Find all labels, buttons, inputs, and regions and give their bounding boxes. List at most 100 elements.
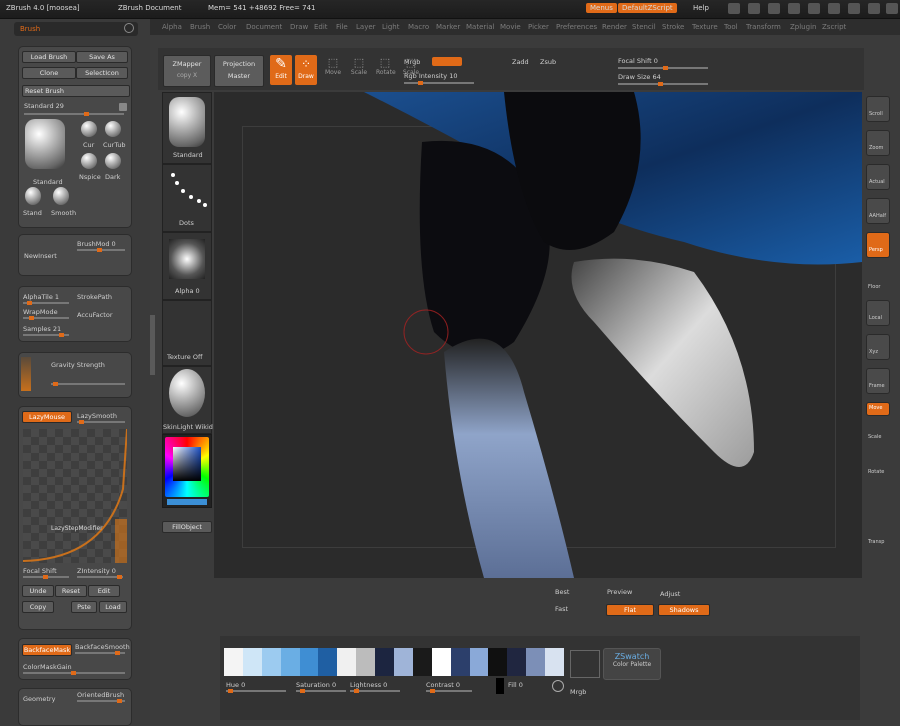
lazymouse-button[interactable]: LazyMouse [22,411,72,423]
swatch-17[interactable] [545,648,565,676]
copy-button[interactable]: Copy [22,601,54,613]
menu-brush[interactable]: Brush [190,23,210,31]
wrapmode-slider[interactable]: WrapMode [23,308,58,316]
swatch-2[interactable] [261,648,281,676]
brushmod-slider[interactable]: BrushMod 0 [77,240,116,248]
stroke-slot[interactable]: Dots [162,164,212,232]
menu-picker[interactable]: Picker [528,23,549,31]
default-zscript-button[interactable]: DefaultZScript [618,3,677,13]
xyz-button[interactable]: Xyz [866,334,890,360]
tool-icon-4[interactable] [788,3,800,14]
menu-texture[interactable]: Texture [692,23,718,31]
render-flat-button[interactable]: Flat [606,604,654,616]
backface-smooth-track[interactable] [75,651,125,655]
menu-movie[interactable]: Movie [500,23,521,31]
projection-master-button[interactable]: Projection Master [214,55,264,87]
contrast-track[interactable] [426,689,472,693]
alpha-slot[interactable]: Alpha 0 [162,232,212,300]
fill-slider[interactable]: Fill 0 [508,681,523,689]
swatch-5[interactable] [318,648,338,676]
persp-button[interactable]: Persp [866,232,890,258]
swatch-11[interactable] [431,648,451,676]
zintensity-slider[interactable]: ZIntensity 0 [77,567,116,575]
menu-layer[interactable]: Layer [356,23,376,31]
focal-shift-slider[interactable]: Focal Shift [23,567,57,575]
accufactor-label[interactable]: AccuFactor [77,311,113,319]
menu-stroke[interactable]: Stroke [662,23,684,31]
help-button[interactable]: Help [693,4,709,12]
draw-size-track[interactable] [618,82,708,86]
menu-stencil[interactable]: Stencil [632,23,656,31]
swatch-9[interactable] [394,648,413,676]
geometry-title[interactable]: Geometry [23,695,55,703]
curtub-brush-thumbnail[interactable] [105,121,121,137]
edit-mode-button[interactable]: ✎ Edit [270,55,292,85]
zswatch-button[interactable]: ZSwatch Color Palette [603,648,661,680]
scroll-button[interactable]: Scroll [866,96,890,122]
menu-material[interactable]: Material [466,23,494,31]
paste-button[interactable]: Pste [71,601,97,613]
hue-track[interactable] [226,689,286,693]
palette-pin-icon[interactable] [124,23,134,33]
material-slot[interactable]: SkinLight Wikid [162,366,213,434]
swatch-1[interactable] [242,648,262,676]
swatch-12[interactable] [450,648,470,676]
fill-object-button[interactable]: FillObject [162,521,212,533]
menu-render[interactable]: Render [602,23,627,31]
lazymouse-curve-editor[interactable]: LazyStepModifier [22,428,128,563]
focal-shift-shelf-slider[interactable]: Focal Shift 0 [618,57,658,65]
draw-mode-button[interactable]: ⁘ Draw [295,55,317,85]
load-curve-button[interactable]: Load [99,601,127,613]
menu-file[interactable]: File [336,23,348,31]
color-picker[interactable] [162,434,212,508]
menu-tool[interactable]: Tool [724,23,738,31]
draw-size-slider[interactable]: Draw Size 64 [618,73,661,81]
menus-button[interactable]: Menus [586,3,617,13]
dark-brush-thumbnail[interactable] [105,153,121,169]
main-color-swatch[interactable] [167,499,207,505]
swatch-16[interactable] [526,648,546,676]
samples-track[interactable] [23,333,69,337]
close-icon[interactable] [886,3,898,14]
edit-button[interactable]: Edit [88,585,120,597]
rgb-intensity-slider[interactable]: Rgb Intensity 10 [404,72,457,80]
rgb-intensity-track[interactable] [404,81,474,85]
swatch-7[interactable] [356,648,376,676]
reset-button[interactable]: Reset [55,585,87,597]
rotate-view-button[interactable]: Rotate [866,455,888,479]
swatch-8[interactable] [375,648,395,676]
alpha-tile-slider[interactable]: AlphaTile 1 [23,293,59,301]
menu-color[interactable]: Color [218,23,236,31]
transp-button[interactable]: Transp [866,525,888,549]
render-adjust-button[interactable]: Adjust [660,590,680,598]
move-mode-button[interactable]: ⬚ Move [324,56,342,82]
stand-brush-thumbnail[interactable] [25,187,41,205]
menu-light[interactable]: Light [382,23,399,31]
fill-color-swatch[interactable] [496,678,504,694]
render-shadows-button[interactable]: Shadows [658,604,710,616]
zoom-button[interactable]: Zoom [866,130,890,156]
oriented-track[interactable] [77,699,125,703]
floor-button[interactable]: Floor [866,270,888,294]
swatch-3[interactable] [280,648,300,676]
tool-icon-6[interactable] [828,3,840,14]
move-view-button[interactable]: Move [866,402,890,416]
oriented-brush-slider[interactable]: OrientedBrush [77,691,124,699]
menu-alpha[interactable]: Alpha [162,23,182,31]
zadd-button[interactable]: Zadd [512,58,529,66]
brush-name-slider[interactable]: Standard 29 [24,102,64,110]
saturation-track[interactable] [296,689,346,693]
backface-smooth-slider[interactable]: BackfaceSmooth [75,643,130,651]
menu-preferences[interactable]: Preferences [556,23,597,31]
menu-document[interactable]: Document [246,23,282,31]
swatch-13[interactable] [469,648,489,676]
mrgb-bottom-button[interactable]: Mrgb [570,688,586,696]
tool-icon-1[interactable] [728,3,740,14]
palette-settings-icon[interactable] [552,680,564,692]
save-as-button[interactable]: Save As [76,51,128,63]
undo-button[interactable]: Unde [22,585,54,597]
lightness-track[interactable] [350,689,400,693]
color-list-icon[interactable] [570,650,600,678]
smooth-brush-thumbnail[interactable] [53,187,69,205]
scale-view-button[interactable]: Scale [866,420,888,444]
